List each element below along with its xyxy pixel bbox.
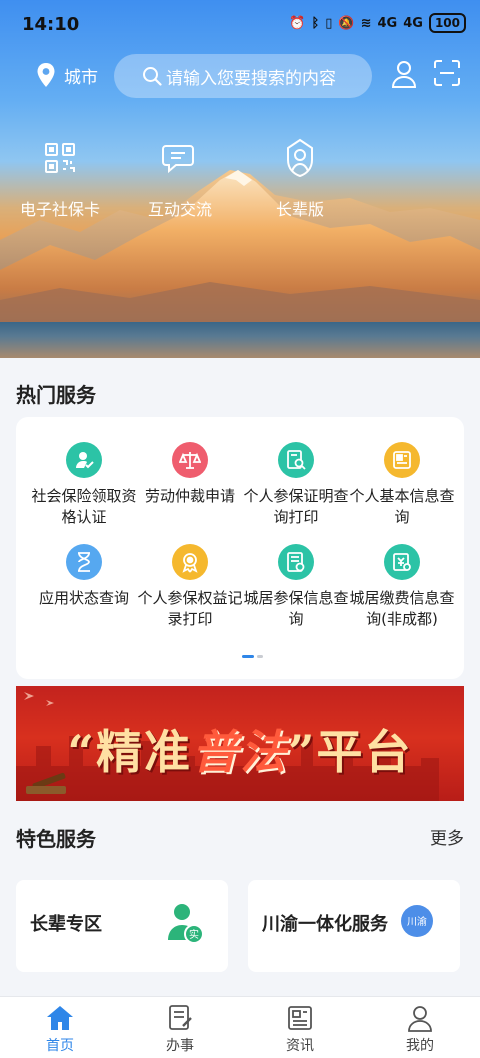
service-label: 城居参保信息查询 (243, 589, 349, 628)
quick-action-interaction[interactable]: 互动交流 (125, 138, 235, 220)
task-icon (169, 1005, 192, 1030)
tab-news[interactable]: 资讯 (260, 1003, 340, 1055)
signal-1: 4G (377, 15, 398, 31)
service-item[interactable]: 社会保险领取资格认证 (28, 442, 140, 528)
news-icon (288, 1006, 312, 1030)
user-icon[interactable] (391, 60, 417, 88)
service-label: 社会保险领取资格认证 (31, 487, 137, 526)
featured-label: 长辈专区 (30, 914, 102, 935)
tab-label: 办事 (166, 1038, 194, 1054)
city-label: 城市 (64, 67, 98, 88)
hot-services-card: 社会保险领取资格认证 劳动仲裁申请 个人参保证明查询打印 个人基本信息查询 应用… (16, 417, 464, 679)
signal-2: 4G (403, 15, 423, 31)
promo-banner[interactable]: “精准普法”平台 (16, 686, 464, 801)
service-item[interactable]: 劳动仲裁申请 (134, 442, 246, 507)
service-item[interactable]: 城居缴费信息查询(非成都) (346, 544, 458, 630)
chuanyu-badge-icon: 川渝 (401, 905, 433, 937)
wifi-icon: ≋ (360, 15, 372, 31)
quick-action-label: 长辈版 (275, 200, 324, 219)
banner-text-left: 精准 (96, 725, 192, 779)
featured-elder-zone[interactable]: 长辈专区 实 (16, 880, 228, 972)
tab-tasks[interactable]: 办事 (140, 1003, 220, 1055)
banner-text-right: 平台 (316, 725, 413, 779)
service-label: 个人基本信息查询 (349, 487, 455, 526)
page-indicator (242, 655, 263, 658)
featured-label: 川渝一体化服务 (262, 914, 388, 935)
page-dot-active (242, 655, 254, 658)
hero-header: 14:10 ⏰ ᛒ ▯ 🔕 ≋ 4G 4G 100 城市 请输入您要搜索的内容 … (0, 0, 480, 358)
battery-icon: 100 (428, 13, 466, 33)
chat-icon (162, 145, 194, 174)
featured-title: 特色服务 (16, 827, 96, 851)
alarm-icon: ⏰ (289, 15, 306, 31)
verified-badge-text: 实 (189, 928, 199, 941)
bottom-tab-bar: 首页 办事 资讯 我的 (0, 996, 480, 1058)
chuanyu-badge-text: 川渝 (407, 915, 427, 928)
banner-headline: “精准普法”平台 (16, 716, 464, 782)
user-check-icon (66, 442, 102, 478)
service-label: 个人参保权益记录打印 (137, 589, 243, 628)
quick-action-label: 互动交流 (147, 200, 212, 219)
city-selector[interactable]: 城市 (36, 62, 98, 88)
top-bar: 城市 请输入您要搜索的内容 (0, 52, 480, 98)
banner-text-mid: 普法 (192, 725, 288, 779)
status-time: 14:10 (22, 14, 80, 35)
bluetooth-icon: ᛒ (311, 15, 320, 31)
tab-label: 资讯 (286, 1038, 314, 1054)
status-icons: ⏰ ᛒ ▯ 🔕 ≋ 4G 4G 100 (289, 13, 466, 33)
service-item[interactable]: 应用状态查询 (28, 544, 140, 609)
profile-icon (408, 1006, 432, 1032)
quick-action-social-card[interactable]: 电子社保卡 (5, 138, 115, 220)
scan-icon[interactable] (434, 60, 460, 86)
search-placeholder: 请输入您要搜索的内容 (166, 68, 336, 89)
service-label: 劳动仲裁申请 (144, 487, 235, 505)
tab-home[interactable]: 首页 (20, 1003, 100, 1055)
hourglass-icon (66, 544, 102, 580)
service-item[interactable]: 个人基本信息查询 (346, 442, 458, 528)
person-verified-icon: 实 (168, 904, 204, 944)
service-label: 个人参保证明查询打印 (243, 487, 349, 526)
service-item[interactable]: 城居参保信息查询 (240, 544, 352, 630)
banner-quote-close: ” (288, 725, 317, 779)
status-bar: 14:10 ⏰ ᛒ ▯ 🔕 ≋ 4G 4G 100 (0, 0, 480, 48)
document-search-icon (278, 442, 314, 478)
quick-action-elder[interactable]: 长辈版 (245, 138, 355, 220)
lake-reflection (0, 322, 480, 358)
service-item[interactable]: 个人参保权益记录打印 (134, 544, 246, 630)
featured-chuanyu-service[interactable]: 川渝一体化服务 川渝 (248, 880, 460, 972)
service-label: 城居缴费信息查询(非成都) (349, 589, 455, 628)
banner-quote-open: “ (67, 725, 96, 779)
search-icon (143, 67, 162, 86)
scales-icon (172, 442, 208, 478)
mute-icon: 🔕 (338, 15, 355, 31)
tab-label: 首页 (46, 1038, 74, 1054)
file-clock-icon (278, 544, 314, 580)
service-label: 应用状态查询 (38, 589, 129, 607)
search-input[interactable]: 请输入您要搜索的内容 (114, 54, 372, 98)
tab-profile[interactable]: 我的 (380, 1003, 460, 1055)
tab-label: 我的 (406, 1038, 434, 1054)
hot-services-title: 热门服务 (16, 383, 96, 407)
vibrate-icon: ▯ (325, 15, 333, 31)
location-pin-icon (37, 63, 55, 87)
page-dot (257, 655, 263, 658)
service-item[interactable]: 个人参保证明查询打印 (240, 442, 352, 528)
qr-code-icon (45, 143, 75, 173)
home-icon (47, 1006, 73, 1030)
quick-action-label: 电子社保卡 (19, 200, 100, 219)
payment-search-icon (384, 544, 420, 580)
id-card-icon (384, 442, 420, 478)
badge-icon (172, 544, 208, 580)
more-link[interactable]: 更多 (430, 824, 464, 849)
elder-icon (287, 138, 313, 178)
